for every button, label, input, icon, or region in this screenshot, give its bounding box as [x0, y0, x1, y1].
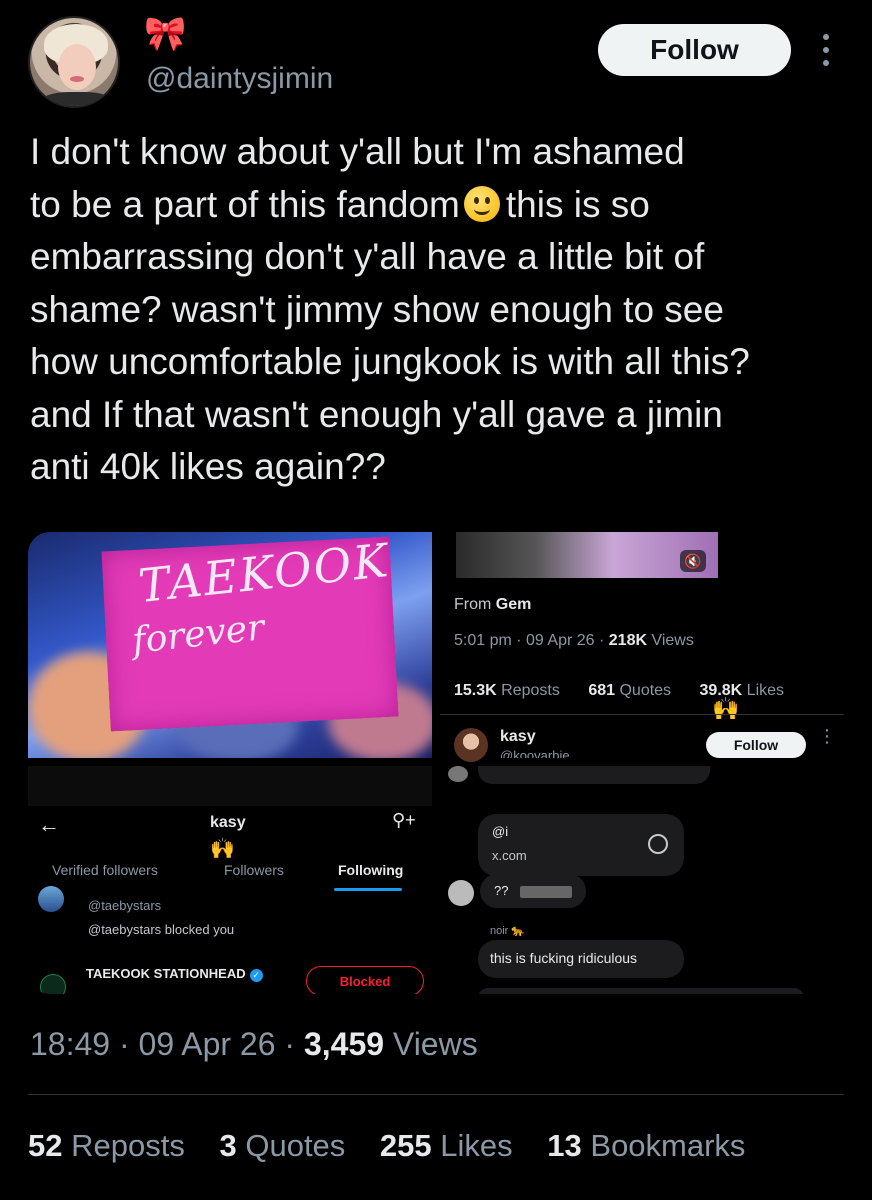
profile-title: kasy — [210, 814, 246, 831]
avatar-face — [58, 44, 96, 90]
engagement-bar: 52 Reposts 3 Quotes 255 Likes 13 Bookmar… — [28, 1128, 771, 1164]
avatar[interactable] — [40, 974, 66, 994]
display-name[interactable]: 🎀 — [144, 14, 186, 54]
media-quote-stats[interactable]: 🔇 From Gem 5:01 pm · 09 Apr 26 · 218K Vi… — [440, 532, 844, 762]
divider — [440, 714, 844, 715]
tweet-timestamp[interactable]: 18:49 · 09 Apr 26 · 3,459 Views — [30, 1026, 478, 1063]
chat-bubble — [478, 766, 710, 784]
follow-button[interactable]: Follow — [598, 24, 791, 76]
tab-verified-followers[interactable]: Verified followers — [52, 862, 158, 878]
blocked-status: @taebystars blocked you — [88, 922, 235, 937]
chat-bubble: ?? — [480, 874, 586, 908]
link-domain: x.com — [492, 848, 527, 863]
profile-handle[interactable]: @koovarbie — [500, 748, 570, 758]
avatar — [448, 766, 468, 782]
tweet-text: I don't know about y'all but I'm ashamed… — [30, 126, 850, 494]
chat-message: ?? — [494, 883, 509, 898]
avatar[interactable] — [28, 16, 120, 108]
user-handle[interactable]: @taebystars — [88, 898, 161, 913]
tweet-line-2a: to be a part of this fandom — [30, 183, 460, 225]
avatar[interactable] — [38, 886, 64, 912]
quote-timestamp: 5:01 pm · 09 Apr 26 · 218K Views — [454, 632, 694, 649]
more-dots-icon[interactable] — [814, 30, 838, 70]
follow-button[interactable]: Follow — [706, 732, 806, 758]
media-chat[interactable]: @i x.com ?? noir 🐆 this is fucking ridic… — [440, 766, 844, 994]
verified-badge-icon: ✓ — [249, 969, 263, 982]
user-name[interactable]: TAEKOOK STATIONHEAD ✓ — [86, 966, 263, 982]
blocked-button[interactable]: Blocked — [306, 966, 424, 994]
chat-bubble — [478, 988, 804, 994]
tab-following[interactable]: Following — [338, 862, 403, 878]
quotes-count[interactable]: 3 Quotes — [219, 1128, 345, 1163]
media-following-list[interactable]: ← kasy 🙌 ⚲+ Verified followers Followers… — [28, 766, 432, 994]
tweet-rest: embarrassing don't y'all have a little b… — [30, 236, 750, 487]
avatar — [448, 880, 474, 906]
chat-bubble: this is fucking ridiculous — [478, 940, 684, 978]
link-title: @i — [492, 824, 509, 839]
avatar-lips — [70, 76, 84, 82]
sender-name: noir 🐆 — [490, 925, 526, 937]
media-concert-image[interactable]: TAEKOOK forever — [28, 532, 432, 758]
likes-count[interactable]: 255 Likes — [380, 1128, 513, 1163]
user-handle[interactable]: @daintysjimin — [146, 62, 333, 96]
tab-followers[interactable]: Followers — [224, 862, 284, 878]
clap-emoji-icon: 🙌 — [712, 696, 740, 721]
media-grid[interactable]: TAEKOOK forever 🔇 From Gem 5:01 pm · 09 … — [28, 532, 844, 994]
back-arrow-icon[interactable]: ← — [38, 812, 60, 838]
more-dots-icon[interactable]: ⋮ — [818, 727, 836, 745]
bookmarks-count[interactable]: 13 Bookmarks — [547, 1128, 745, 1163]
active-tab-indicator — [334, 888, 402, 891]
quote-engagement: 15.3K Reposts 681 Quotes 39.8K Likes — [454, 682, 785, 699]
avatar[interactable] — [454, 728, 488, 762]
cropped-header-strip — [28, 766, 432, 806]
reposts-count[interactable]: 52 Reposts — [28, 1128, 185, 1163]
link-icon — [648, 834, 668, 854]
chat-message: this is fucking ridiculous — [490, 950, 638, 966]
tabs: Verified followers Followers Following — [28, 858, 432, 888]
video-thumbnail[interactable] — [456, 532, 718, 578]
smile-emoji-icon — [463, 185, 500, 222]
add-user-icon[interactable]: ⚲+ — [392, 810, 416, 831]
tweet-line-2b: this is so — [505, 183, 650, 225]
link-preview[interactable]: @i x.com — [478, 814, 684, 876]
profile-name[interactable]: kasy — [500, 728, 536, 746]
mute-icon[interactable]: 🔇 — [680, 550, 706, 572]
from-line: From Gem — [454, 596, 532, 613]
avatar-shirt — [38, 92, 116, 106]
divider — [28, 1094, 844, 1095]
redacted-text — [520, 886, 572, 898]
tweet-line-1: I don't know about y'all but I'm ashamed — [30, 131, 685, 172]
